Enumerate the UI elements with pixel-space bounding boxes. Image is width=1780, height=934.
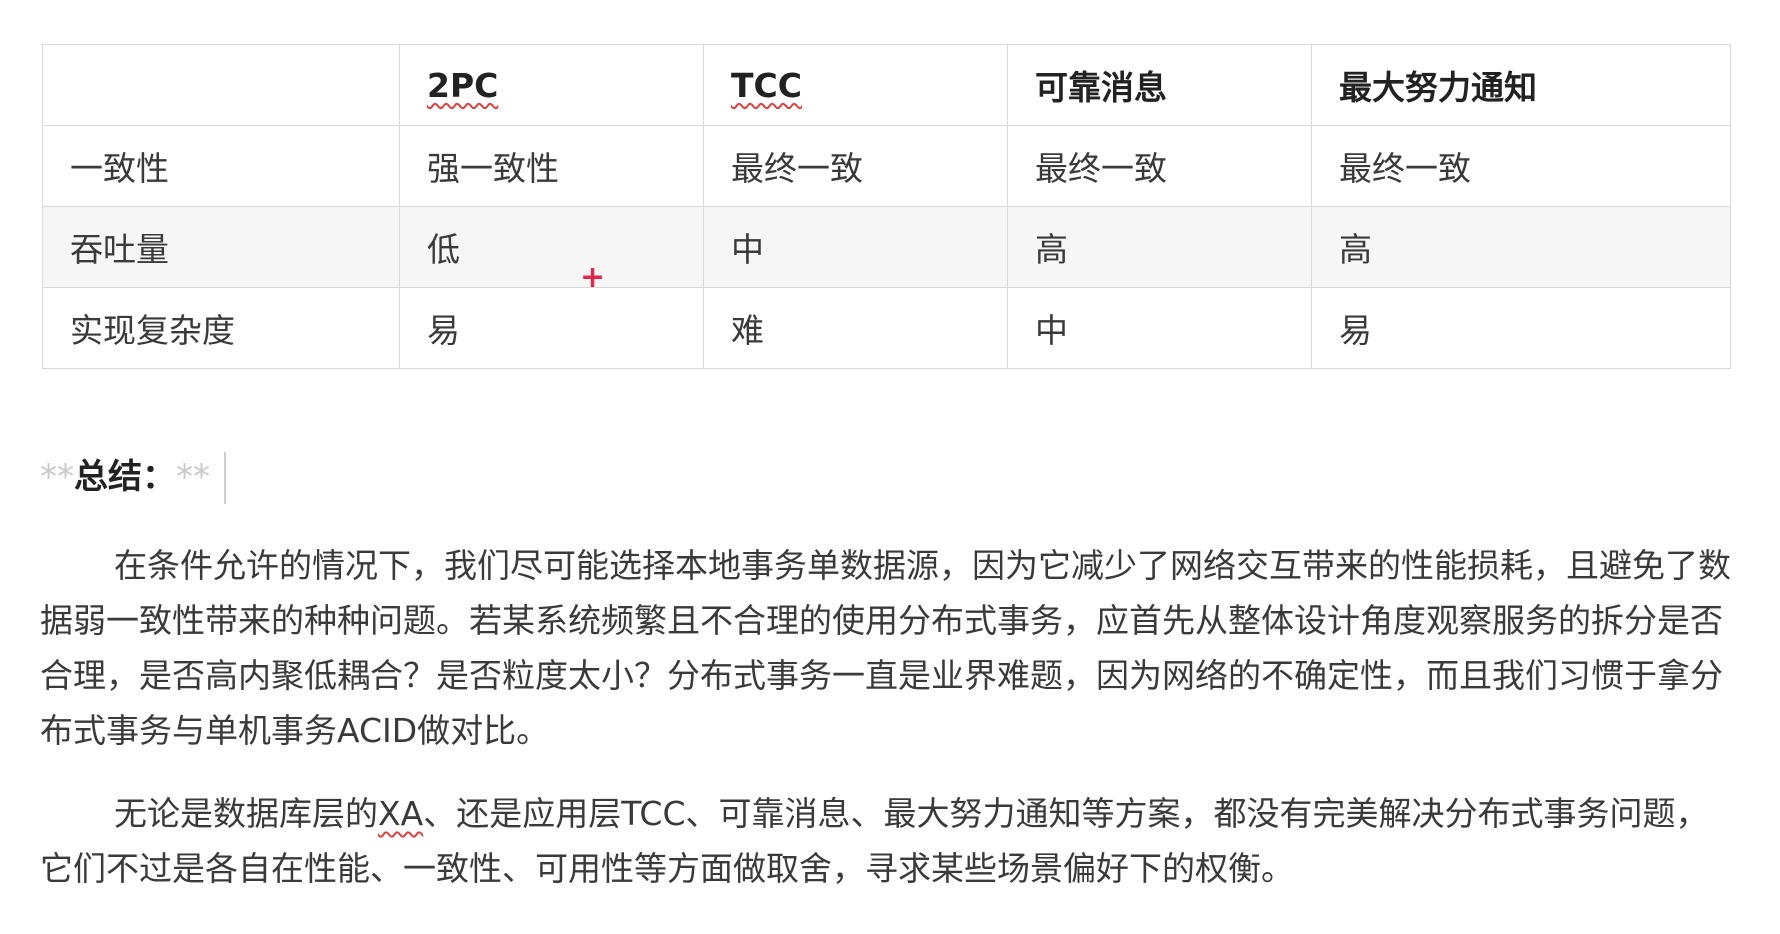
document-page: 2PC TCC 可靠消息 最大努力通知 一致性 强一致性 最终一致 最终一致 最… — [0, 0, 1780, 934]
header-cell-tcc: TCC — [703, 44, 1008, 126]
table-cell: 易 — [399, 287, 704, 369]
table-cell: 低 — [399, 206, 704, 288]
row-label: 吞吐量 — [42, 206, 400, 288]
table-cell: 中 — [703, 206, 1008, 288]
header-cell-best-effort: 最大努力通知 — [1311, 44, 1731, 126]
header-label-tcc: TCC — [731, 65, 802, 105]
paragraph-1-text: 在条件允许的情况下，我们尽可能选择本地事务单数据源，因为它减少了网络交互带来的性… — [40, 546, 1731, 750]
row-label: 实现复杂度 — [42, 287, 400, 369]
table-cell: 强一致性 — [399, 125, 704, 207]
table-cell: 难 — [703, 287, 1008, 369]
summary-paragraph-2[interactable]: 无论是数据库层的XA、还是应用层TCC、可靠消息、最大努力通知等方案，都没有完美… — [40, 786, 1740, 896]
table-cell: 高 — [1311, 206, 1731, 288]
table-row-throughput: 吞吐量 低 中 高 高 — [42, 206, 1731, 288]
table-header-row: 2PC TCC 可靠消息 最大努力通知 — [42, 44, 1731, 126]
table-cell: 易 — [1311, 287, 1731, 369]
plus-icon[interactable]: + — [580, 263, 605, 293]
markdown-bold-close: ** — [176, 457, 210, 497]
table-cell: 最终一致 — [703, 125, 1008, 207]
summary-title: 总结： — [74, 457, 176, 497]
table-cell: 高 — [1007, 206, 1312, 288]
table-cell: 最终一致 — [1007, 125, 1312, 207]
header-cell-reliable-message: 可靠消息 — [1007, 44, 1312, 126]
header-cell-2pc: 2PC — [399, 44, 704, 126]
table-row-consistency: 一致性 强一致性 最终一致 最终一致 最终一致 — [42, 125, 1731, 207]
table-row-complexity: 实现复杂度 易 难 中 易 — [42, 287, 1731, 369]
table-cell: 中 — [1007, 287, 1312, 369]
comparison-table: 2PC TCC 可靠消息 最大努力通知 一致性 强一致性 最终一致 最终一致 最… — [42, 44, 1731, 369]
table-cell: 最终一致 — [1311, 125, 1731, 207]
text-cursor — [224, 452, 226, 504]
markdown-bold-open: ** — [40, 457, 74, 497]
paragraph-2-xa: XA — [378, 794, 424, 833]
header-label-2pc: 2PC — [427, 65, 499, 105]
row-label: 一致性 — [42, 125, 400, 207]
summary-heading: **总结：** — [40, 454, 210, 500]
summary-paragraph-1[interactable]: 在条件允许的情况下，我们尽可能选择本地事务单数据源，因为它减少了网络交互带来的性… — [40, 538, 1740, 758]
paragraph-2-prefix: 无论是数据库层的 — [114, 794, 378, 833]
header-cell-empty — [42, 44, 400, 126]
